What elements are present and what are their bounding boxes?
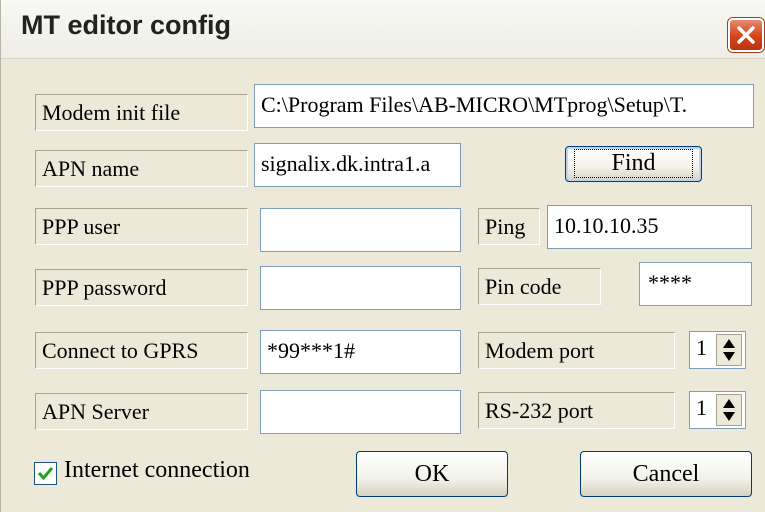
modem-port-label: Modem port <box>478 332 675 369</box>
ping-field[interactable]: 10.10.10.35 <box>547 205 752 249</box>
rs232-port-label: RS-232 port <box>478 392 675 429</box>
apn-server-label: APN Server <box>35 393 248 430</box>
ppp-user-field[interactable] <box>260 208 461 252</box>
connect-to-gprs-label: Connect to GPRS <box>35 332 248 369</box>
find-button[interactable]: Find <box>565 146 702 182</box>
rs232-port-spinner[interactable]: 1 <box>689 391 746 429</box>
connect-to-gprs-field[interactable]: *99***1# <box>260 330 461 374</box>
cancel-button[interactable]: Cancel <box>580 451 752 497</box>
modem-init-file-label: Modem init file <box>35 94 248 131</box>
spin-arrows-icon[interactable] <box>716 394 742 426</box>
internet-connection-label[interactable]: Internet connection <box>64 457 250 484</box>
ppp-user-label: PPP user <box>35 208 248 245</box>
window-title: MT editor config <box>21 10 231 40</box>
config-dialog: MT editor config Modem init file C:\Prog… <box>0 0 765 512</box>
ping-label: Ping <box>478 208 540 245</box>
modem-port-value: 1 <box>696 335 707 360</box>
pin-code-label: Pin code <box>478 268 601 305</box>
internet-connection-checkbox[interactable] <box>34 462 57 485</box>
find-button-label: Find <box>574 149 693 178</box>
apn-name-field[interactable]: signalix.dk.intra1.a <box>254 143 461 187</box>
title-bar[interactable]: MT editor config <box>1 0 765 59</box>
apn-server-field[interactable] <box>260 390 461 434</box>
ppp-password-label: PPP password <box>35 269 248 306</box>
pin-code-field[interactable]: **** <box>639 262 752 306</box>
ppp-password-field[interactable] <box>260 266 461 310</box>
close-button[interactable] <box>728 18 764 52</box>
modem-port-spinner[interactable]: 1 <box>689 331 746 369</box>
ok-button[interactable]: OK <box>356 451 508 497</box>
modem-init-file-field[interactable]: C:\Program Files\AB-MICRO\MTprog\Setup\T… <box>254 84 754 128</box>
spin-arrows-icon[interactable] <box>716 334 742 366</box>
rs232-port-value: 1 <box>696 395 707 420</box>
apn-name-label: APN name <box>35 150 248 187</box>
